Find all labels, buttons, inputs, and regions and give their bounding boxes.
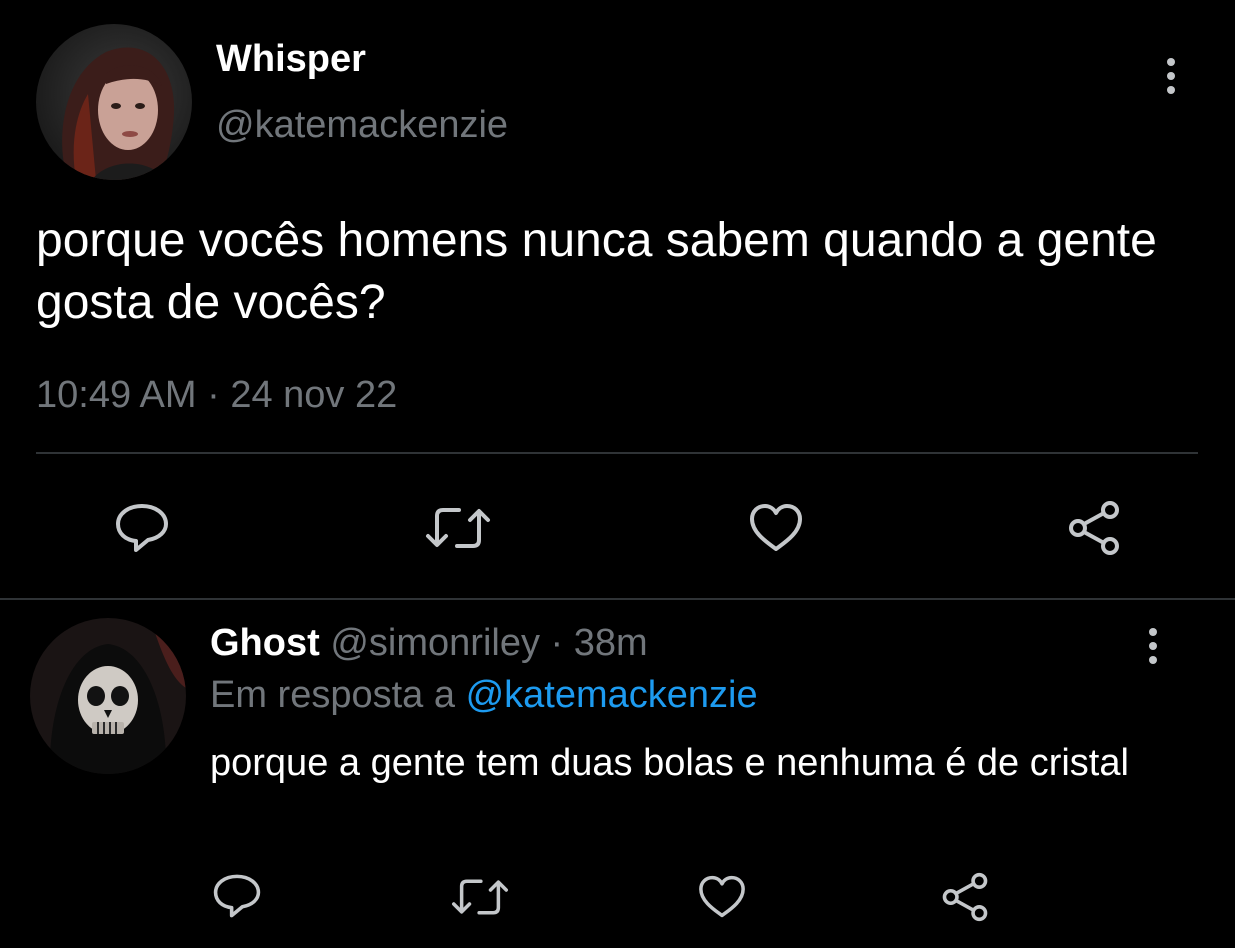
reply-tweet-text: porque a gente tem duas bolas e nenhuma … [210,742,1129,784]
reply-icon [116,504,168,552]
reply-retweet-button[interactable] [451,876,509,918]
profile-photo-skull-mask-icon [30,618,186,774]
reply-reply-button[interactable] [212,872,262,920]
main-retweet-button[interactable] [425,504,491,552]
main-like-button[interactable] [748,503,804,553]
main-tweet-handle[interactable]: @katemackenzie [216,104,508,147]
retweet-icon [452,879,508,915]
timestamp-separator: · [207,374,220,416]
like-icon [750,504,802,551]
reply-like-button[interactable] [697,875,747,919]
reply-tweet-avatar[interactable] [30,618,186,774]
reply-context: Em resposta a @katemackenzie [210,674,758,717]
reply-prefix: Em resposta a [210,674,455,716]
like-icon [699,875,745,918]
reply-tweet-more-options-icon[interactable] [1143,628,1163,664]
tweet-divider [0,598,1235,600]
main-tweet-text: porque vocês homens nunca sabem quando a… [36,214,1157,329]
reply-tweet-age[interactable]: 38m [574,622,648,664]
main-share-button[interactable] [1066,500,1122,556]
reply-tweet-header: Ghost @simonriley · 38m [210,622,648,665]
main-tweet-date[interactable]: 24 nov 22 [230,374,397,416]
main-reply-button[interactable] [114,502,170,554]
reply-share-button[interactable] [940,872,990,922]
header-separator: · [550,622,564,664]
main-tweet-avatar[interactable] [36,24,192,180]
main-tweet-timestamp: 10:49 AM · 24 nov 22 [36,374,397,417]
reply-tweet-display-name[interactable]: Ghost [210,622,320,664]
main-tweet-more-options-icon[interactable] [1161,58,1181,94]
retweet-icon [426,508,490,548]
share-icon [1069,501,1119,555]
reply-to-mention-link[interactable]: @katemackenzie [466,674,758,716]
action-bar-divider [36,452,1198,454]
reply-icon [213,874,261,918]
share-icon [942,872,988,922]
main-tweet-display-name[interactable]: Whisper [216,38,366,81]
profile-photo-woman-icon [36,24,192,180]
reply-tweet-handle[interactable]: @simonriley [330,622,540,664]
main-tweet-time: 10:49 AM [36,374,197,416]
